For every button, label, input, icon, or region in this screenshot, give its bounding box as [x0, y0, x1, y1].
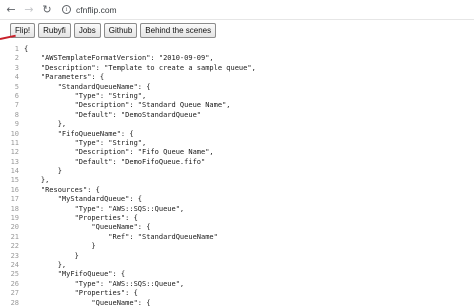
line-number: 23	[10, 251, 19, 260]
code-text[interactable]: "Type": "String",	[24, 139, 147, 148]
code-text[interactable]: "Type": "String",	[24, 92, 147, 101]
code-line[interactable]: 9 },	[0, 120, 474, 129]
code-line[interactable]: 14 }	[0, 167, 474, 176]
line-number: 7	[14, 101, 19, 110]
code-line[interactable]: 11 "Type": "String",	[0, 139, 474, 148]
code-text[interactable]: }	[24, 167, 62, 176]
code-line[interactable]: 2 "AWSTemplateFormatVersion": "2010-09-0…	[0, 54, 474, 63]
code-text[interactable]: },	[24, 120, 66, 129]
code-text[interactable]: "Parameters": {	[24, 73, 104, 82]
code-text[interactable]: "MyStandardQueue": {	[24, 195, 142, 204]
url-text[interactable]: cfnflip.com	[76, 5, 117, 15]
code-text[interactable]: "Type": "AWS::SQS::Queue",	[24, 205, 185, 214]
code-line[interactable]: 25 "MyFifoQueue": {	[0, 270, 474, 279]
code-text[interactable]: "FifoQueueName": {	[24, 130, 134, 139]
line-number: 28	[10, 298, 19, 306]
line-number: 11	[10, 138, 19, 147]
line-number: 4	[14, 73, 19, 82]
code-line[interactable]: 3 "Description": "Template to create a s…	[0, 64, 474, 73]
code-line[interactable]: 13 "Default": "DemoFifoQueue.fifo"	[0, 158, 474, 167]
code-text[interactable]: "Default": "DemoFifoQueue.fifo"	[24, 158, 206, 167]
reload-icon[interactable]: ↻	[40, 3, 54, 17]
code-line[interactable]: 6 "Type": "String",	[0, 92, 474, 101]
code-text[interactable]: "Ref": "StandardQueueName"	[24, 233, 218, 242]
action-toolbar: Flip! Rubyfi Jobs Github Behind the scen…	[10, 23, 217, 38]
behind-the-scenes-button[interactable]: Behind the scenes	[140, 23, 217, 38]
code-line[interactable]: 12 "Description": "Fifo Queue Name",	[0, 148, 474, 157]
line-number: 3	[14, 63, 19, 72]
code-line[interactable]: 24 },	[0, 261, 474, 270]
info-icon[interactable]: i	[62, 5, 71, 14]
code-line[interactable]: 1{	[0, 45, 474, 54]
code-text[interactable]: "Description": "Standard Queue Name",	[24, 101, 231, 110]
code-text[interactable]: "QueueName": {	[24, 299, 150, 306]
code-text[interactable]: }	[24, 252, 79, 261]
arrow-right-icon[interactable]: →	[22, 3, 36, 17]
code-text[interactable]: "Properties": {	[24, 214, 138, 223]
line-number: 2	[14, 54, 19, 63]
code-line[interactable]: 4 "Parameters": {	[0, 73, 474, 82]
code-line[interactable]: 21 "Ref": "StandardQueueName"	[0, 233, 474, 242]
github-button[interactable]: Github	[103, 23, 138, 38]
line-number: 19	[10, 214, 19, 223]
code-line[interactable]: 7 "Description": "Standard Queue Name",	[0, 101, 474, 110]
line-number: 21	[10, 232, 19, 241]
code-text[interactable]: "Properties": {	[24, 289, 138, 298]
line-number: 14	[10, 167, 19, 176]
line-number: 8	[14, 110, 19, 119]
rubyfi-button[interactable]: Rubyfi	[38, 23, 71, 38]
address-bar[interactable]: i cfnflip.com	[62, 2, 117, 18]
line-number: 24	[10, 260, 19, 269]
jobs-button[interactable]: Jobs	[73, 23, 101, 38]
line-number: 10	[10, 129, 19, 138]
line-number: 5	[14, 82, 19, 91]
code-line[interactable]: 27 "Properties": {	[0, 289, 474, 298]
code-line[interactable]: 28 "QueueName": {	[0, 299, 474, 306]
code-line[interactable]: 20 "QueueName": {	[0, 223, 474, 232]
code-text[interactable]: }	[24, 242, 95, 251]
browser-toolbar: ← → ↻ i cfnflip.com	[0, 0, 474, 20]
code-text[interactable]: },	[24, 261, 66, 270]
code-text[interactable]: "StandardQueueName": {	[24, 83, 151, 92]
line-number: 17	[10, 195, 19, 204]
line-number: 18	[10, 204, 19, 213]
line-number: 25	[10, 270, 19, 279]
arrow-left-icon[interactable]: ←	[4, 3, 18, 17]
code-line[interactable]: 22 }	[0, 242, 474, 251]
line-number: 15	[10, 176, 19, 185]
code-line[interactable]: 15 },	[0, 176, 474, 185]
code-line[interactable]: 23 }	[0, 252, 474, 261]
line-number: 16	[10, 185, 19, 194]
line-number: 6	[14, 91, 19, 100]
code-text[interactable]: "AWSTemplateFormatVersion": "2010-09-09"…	[24, 54, 214, 63]
code-line[interactable]: 17 "MyStandardQueue": {	[0, 195, 474, 204]
line-number: 22	[10, 242, 19, 251]
line-number: 12	[10, 148, 19, 157]
line-number: 9	[14, 120, 19, 129]
code-line[interactable]: 8 "Default": "DemoStandardQueue"	[0, 111, 474, 120]
code-line[interactable]: 5 "StandardQueueName": {	[0, 83, 474, 92]
code-text[interactable]: "Resources": {	[24, 186, 100, 195]
code-text[interactable]: "Description": "Fifo Queue Name",	[24, 148, 214, 157]
code-editor[interactable]: 1{2 "AWSTemplateFormatVersion": "2010-09…	[0, 45, 474, 306]
line-number: 13	[10, 157, 19, 166]
code-text[interactable]: "Description": "Template to create a sam…	[24, 64, 256, 73]
code-line[interactable]: 19 "Properties": {	[0, 214, 474, 223]
line-number: 20	[10, 223, 19, 232]
code-line[interactable]: 18 "Type": "AWS::SQS::Queue",	[0, 205, 474, 214]
code-line[interactable]: 16 "Resources": {	[0, 186, 474, 195]
code-text[interactable]: "MyFifoQueue": {	[24, 270, 125, 279]
code-text[interactable]: "QueueName": {	[24, 223, 150, 232]
code-line[interactable]: 10 "FifoQueueName": {	[0, 130, 474, 139]
line-number: 1	[14, 45, 19, 53]
code-text[interactable]: "Default": "DemoStandardQueue"	[24, 111, 201, 120]
code-text[interactable]: "Type": "AWS::SQS::Queue",	[24, 280, 185, 289]
code-line[interactable]: 26 "Type": "AWS::SQS::Queue",	[0, 280, 474, 289]
code-text[interactable]: },	[24, 176, 49, 185]
line-number: 27	[10, 289, 19, 298]
line-number: 26	[10, 279, 19, 288]
code-text[interactable]: {	[24, 45, 28, 54]
